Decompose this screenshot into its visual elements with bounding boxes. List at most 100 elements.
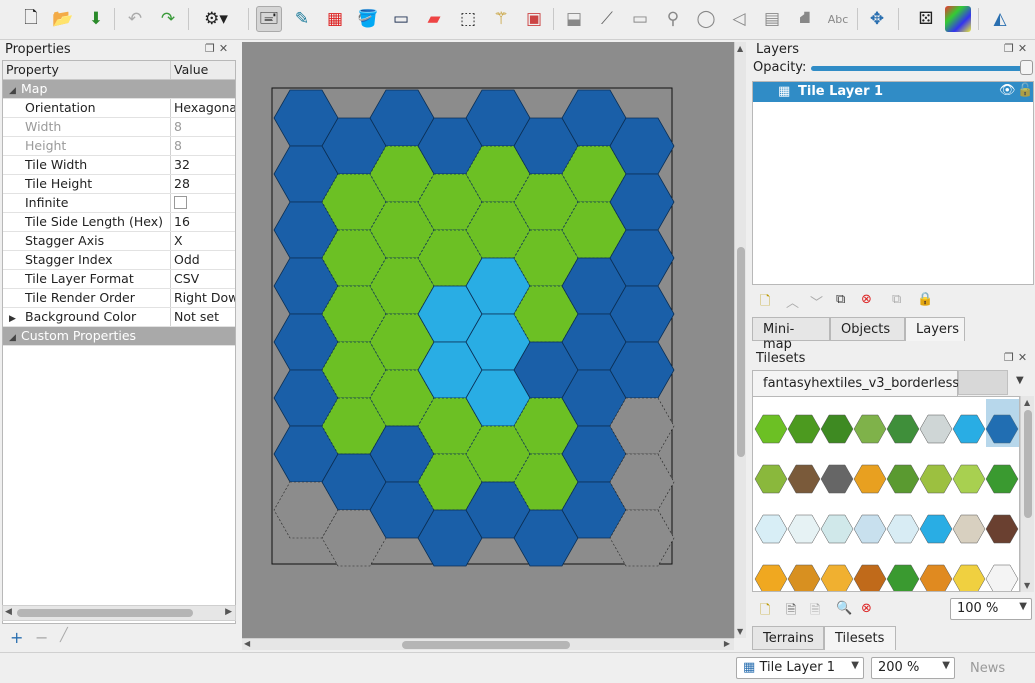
map-hscrollbar[interactable]: ◀ ▶: [242, 638, 734, 650]
scroll-thumb[interactable]: [17, 609, 193, 617]
property-row[interactable]: Height 8: [3, 137, 235, 156]
wang-fill-icon[interactable]: [945, 6, 971, 32]
new-tileset-icon[interactable]: 🗋: [760, 601, 770, 623]
tileset-tile[interactable]: [820, 464, 854, 494]
property-group[interactable]: ◢ Custom Properties: [3, 327, 235, 346]
insert-polygon-icon[interactable]: ◁: [726, 6, 752, 32]
tileset-tile[interactable]: [820, 514, 854, 544]
map-canvas[interactable]: [242, 42, 734, 638]
property-row[interactable]: Tile Side Length (Hex) 16: [3, 213, 235, 232]
tileset-tile[interactable]: [754, 514, 788, 544]
property-row[interactable]: Infinite: [3, 194, 235, 213]
select-same-tile-icon[interactable]: ▣: [521, 6, 547, 32]
tileset-vscrollbar[interactable]: ▲ ▼: [1020, 396, 1034, 592]
flip-icon[interactable]: ◭: [987, 6, 1013, 32]
tileset-tile[interactable]: [985, 464, 1019, 494]
zoom-combo[interactable]: 200 % ▼: [871, 657, 955, 679]
magic-wand-icon[interactable]: ⚚: [488, 6, 514, 32]
news-button[interactable]: News: [970, 661, 1005, 676]
tileset-tile[interactable]: [952, 464, 986, 494]
property-value[interactable]: Not set: [171, 308, 235, 326]
merge-layer-icon[interactable]: ⧉: [892, 292, 901, 307]
tileset-tile[interactable]: [853, 464, 887, 494]
open-icon[interactable]: 📂: [50, 6, 76, 32]
property-value[interactable]: CSV: [171, 270, 235, 288]
new-icon[interactable]: 🗋: [18, 6, 44, 32]
shape-fill-icon[interactable]: ▭: [388, 6, 414, 32]
property-row[interactable]: Orientation Hexagonal: [3, 99, 235, 118]
wang-brush-icon[interactable]: ▦: [322, 6, 348, 32]
export-tileset-icon[interactable]: 🗎: [810, 601, 820, 623]
rect-select-icon[interactable]: ⬚: [455, 6, 481, 32]
tileset-tile[interactable]: [853, 514, 887, 544]
tileset-tile[interactable]: [919, 464, 953, 494]
map-view[interactable]: [242, 42, 734, 638]
property-value[interactable]: 8: [171, 118, 235, 136]
layers-tab-objects[interactable]: Objects: [830, 317, 905, 341]
tileset-tile[interactable]: [886, 514, 920, 544]
tileset-tile[interactable]: [985, 514, 1019, 544]
property-row[interactable]: Stagger Index Odd: [3, 251, 235, 270]
property-row[interactable]: Stagger Axis X: [3, 232, 235, 251]
undo-icon[interactable]: ↶: [122, 6, 148, 32]
map-vscrollbar[interactable]: ▲ ▼: [734, 42, 746, 638]
property-value[interactable]: Odd: [171, 251, 235, 269]
delete-layer-icon[interactable]: ⊗: [861, 292, 872, 307]
tilesets-tab-terrains[interactable]: Terrains: [752, 626, 824, 650]
tileset-tile[interactable]: [754, 414, 788, 444]
tileset-tile[interactable]: [787, 514, 821, 544]
property-value[interactable]: Right Down: [171, 289, 235, 307]
stamp-brush-icon[interactable]: 🖃: [256, 6, 282, 32]
select-objects-icon[interactable]: ⬓: [561, 6, 587, 32]
property-row[interactable]: Tile Layer Format CSV: [3, 270, 235, 289]
tileset-tile[interactable]: [952, 414, 986, 444]
lower-layer-icon[interactable]: ﹀: [810, 292, 823, 311]
eye-icon[interactable]: 👁: [999, 83, 1016, 98]
opacity-slider-handle[interactable]: [1020, 60, 1033, 75]
tileset-tile[interactable]: [787, 564, 821, 592]
tileset-tile[interactable]: [754, 564, 788, 592]
rename-property-icon[interactable]: ╱: [60, 628, 68, 643]
tileset-tile[interactable]: [952, 564, 986, 592]
insert-template-icon[interactable]: ⛘: [792, 6, 818, 32]
property-value[interactable]: [171, 194, 235, 212]
tileset-tile[interactable]: [886, 564, 920, 592]
scroll-thumb[interactable]: [737, 247, 745, 457]
insert-tile-icon[interactable]: ▤: [759, 6, 785, 32]
tileset-tile[interactable]: [985, 564, 1019, 592]
tileset-zoom-combo[interactable]: 100 % ▼: [950, 598, 1032, 620]
edit-tileset-icon[interactable]: 🔍: [836, 601, 852, 616]
property-value[interactable]: 32: [171, 156, 235, 174]
tileset-tile[interactable]: [886, 414, 920, 444]
property-row[interactable]: Tile Height 28: [3, 175, 235, 194]
collapse-arrow-icon[interactable]: ◢: [9, 333, 21, 343]
tileset-tile[interactable]: [787, 464, 821, 494]
edit-polygons-icon[interactable]: ⟋: [594, 6, 620, 32]
layers-tab-mini-map[interactable]: Mini-map: [752, 317, 830, 352]
add-property-icon[interactable]: +: [10, 628, 23, 647]
properties-hscrollbar[interactable]: ◀ ▶: [2, 605, 236, 621]
properties-dock-buttons[interactable]: ❐✕: [205, 42, 232, 55]
property-value[interactable]: Hexagonal: [171, 99, 235, 117]
tilesets-tab-tilesets[interactable]: Tilesets: [824, 626, 896, 650]
tileset-canvas[interactable]: [753, 397, 1020, 592]
new-layer-icon[interactable]: 🗋: [760, 292, 770, 314]
property-value[interactable]: 16: [171, 213, 235, 231]
tileset-tile[interactable]: [820, 564, 854, 592]
tileset-menu-arrow-icon[interactable]: ▼: [1016, 375, 1024, 386]
layer-row[interactable]: ▦ Tile Layer 1 👁 🔓: [753, 82, 1033, 102]
tileset-tile[interactable]: [919, 564, 953, 592]
random-mode-icon[interactable]: ⚄: [913, 6, 939, 32]
embed-tileset-icon[interactable]: 🗎: [786, 601, 796, 623]
tileset-tile[interactable]: [754, 464, 788, 494]
tilesets-dock-buttons[interactable]: ❐✕: [1004, 351, 1031, 364]
scroll-thumb[interactable]: [1024, 410, 1032, 518]
terrain-brush-icon[interactable]: ✎: [289, 6, 315, 32]
lock-icon[interactable]: 🔓: [1017, 83, 1033, 98]
insert-text-icon[interactable]: Abc: [825, 6, 851, 32]
tileset-tile[interactable]: [952, 514, 986, 544]
eraser-icon[interactable]: ▰: [421, 6, 447, 32]
bucket-fill-icon[interactable]: 🪣: [355, 6, 381, 32]
property-row[interactable]: Tile Render Order Right Down: [3, 289, 235, 308]
layer-combo[interactable]: ▦ Tile Layer 1 ▼: [736, 657, 864, 679]
